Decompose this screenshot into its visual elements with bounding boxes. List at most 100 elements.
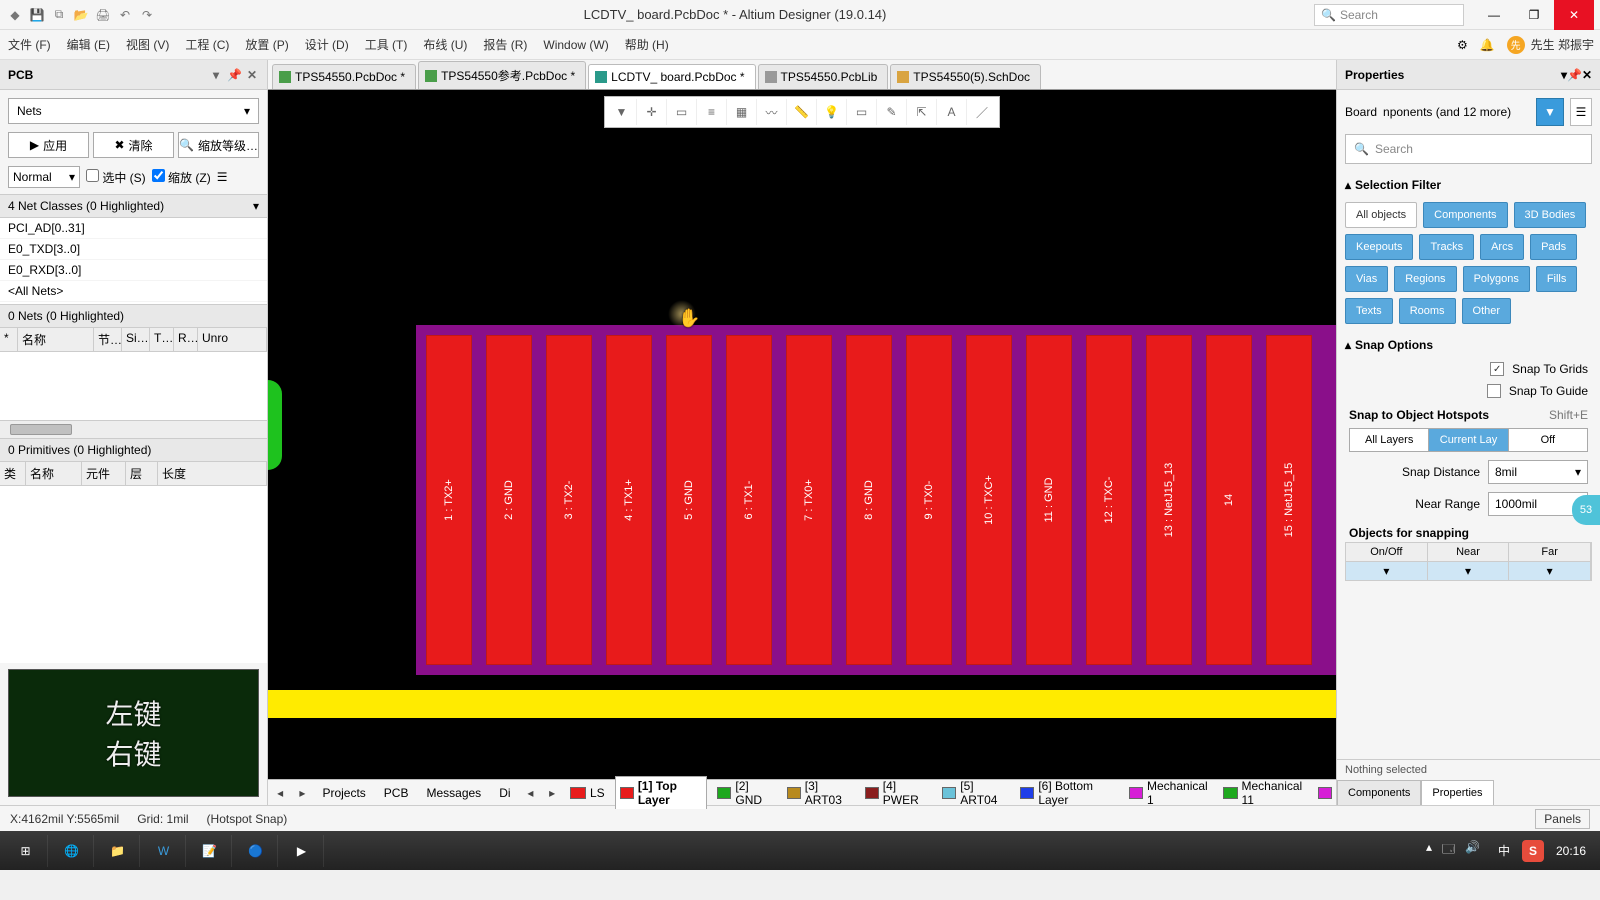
pad[interactable]: 9 : TX0- xyxy=(906,335,952,665)
zoom-checkbox[interactable]: 缩放 (Z) xyxy=(152,169,211,186)
menu-place[interactable]: 放置 (P) xyxy=(243,32,290,57)
close-button[interactable]: ✕ xyxy=(1554,0,1594,30)
panel-pin-icon[interactable]: 📌 xyxy=(227,68,241,82)
select-rect-icon[interactable]: ▭ xyxy=(667,99,697,125)
pad[interactable]: 13 : NetJ15_13 xyxy=(1146,335,1192,665)
panels-button[interactable]: Panels xyxy=(1535,809,1590,829)
doc-tab[interactable]: TPS54550.PcbDoc * xyxy=(272,64,416,89)
layer-tab[interactable]: Mechanical 1 xyxy=(1125,777,1214,809)
pad[interactable]: 7 : TX0+ xyxy=(786,335,832,665)
highlight-icon[interactable]: 💡 xyxy=(817,99,847,125)
pad[interactable]: 8 : GND xyxy=(846,335,892,665)
netclasses-header[interactable]: 4 Net Classes (0 Highlighted)▾ xyxy=(0,194,267,218)
apply-button[interactable]: ▶应用 xyxy=(8,132,89,158)
cell-checkbox[interactable]: ▾ xyxy=(1428,562,1510,580)
layer-tab[interactable]: [5] ART04 xyxy=(938,777,1010,809)
panel-pin-icon[interactable]: 📌 xyxy=(1567,68,1582,82)
open-icon[interactable]: 📂 xyxy=(72,6,90,24)
layer-next-icon[interactable]: ▸ xyxy=(544,786,560,800)
tab-components[interactable]: Components xyxy=(1337,780,1421,805)
menu-help[interactable]: 帮助 (H) xyxy=(623,32,671,57)
filter-chip[interactable]: Vias xyxy=(1345,266,1388,292)
layer-tab[interactable]: [4] PWER xyxy=(861,777,933,809)
redo-icon[interactable]: ↷ xyxy=(138,6,156,24)
menu-view[interactable]: 视图 (V) xyxy=(124,32,171,57)
tab-properties[interactable]: Properties xyxy=(1421,780,1493,805)
filter-chip[interactable]: Texts xyxy=(1345,298,1393,324)
pad[interactable]: 3 : TX2- xyxy=(546,335,592,665)
filter-chip[interactable]: Other xyxy=(1462,298,1512,324)
taskbar-explorer[interactable]: 📁 xyxy=(96,835,140,867)
filter-chip[interactable]: Rooms xyxy=(1399,298,1456,324)
list-icon[interactable]: ☰ xyxy=(1570,98,1592,126)
edit-icon[interactable]: ✎ xyxy=(877,99,907,125)
menu-report[interactable]: 报告 (R) xyxy=(481,32,529,57)
taskbar-wps[interactable]: W xyxy=(142,835,186,867)
zoom-level-button[interactable]: 🔍缩放等级… xyxy=(178,132,259,158)
layer-prev-icon[interactable]: ◂ xyxy=(523,786,539,800)
panel-dropdown-icon[interactable]: ▾ xyxy=(209,68,223,82)
mode-select[interactable]: Normal▾ xyxy=(8,166,80,188)
menu-route[interactable]: 布线 (U) xyxy=(421,32,469,57)
list-item[interactable]: PCI_AD[0..31] xyxy=(0,218,267,239)
doc-tab[interactable]: TPS54550(5).SchDoc xyxy=(890,64,1041,89)
minimize-button[interactable]: — xyxy=(1474,0,1514,30)
seg-all-layers[interactable]: All Layers xyxy=(1350,429,1429,451)
sogou-ime-icon[interactable]: S xyxy=(1522,840,1544,862)
pad[interactable]: 6 : TX1- xyxy=(726,335,772,665)
side-tab[interactable]: Projects xyxy=(316,784,371,802)
snap-distance-input[interactable]: 8mil▾ xyxy=(1488,460,1588,484)
snap-guide-checkbox[interactable] xyxy=(1487,384,1501,398)
menu-design[interactable]: 设计 (D) xyxy=(303,32,351,57)
filter-chip[interactable]: Regions xyxy=(1394,266,1456,292)
h-scrollbar[interactable] xyxy=(0,420,267,438)
side-tab[interactable]: Di xyxy=(493,784,516,802)
menu-tools[interactable]: 工具 (T) xyxy=(363,32,410,57)
taskbar-chrome[interactable]: 🌐 xyxy=(50,835,94,867)
layer-tab[interactable]: LS xyxy=(566,784,609,802)
side-tab[interactable]: Messages xyxy=(420,784,487,802)
filter-toggle[interactable]: ▼ xyxy=(1536,98,1564,126)
filter-chip[interactable]: 3D Bodies xyxy=(1514,202,1587,228)
filter-chip[interactable]: Polygons xyxy=(1463,266,1530,292)
layer-tab[interactable]: Mechanical 11 xyxy=(1219,777,1311,809)
start-button[interactable]: ⊞ xyxy=(4,835,48,867)
seg-off[interactable]: Off xyxy=(1509,429,1587,451)
pad[interactable]: 14 xyxy=(1206,335,1252,665)
list-item[interactable]: E0_RXD[3..0] xyxy=(0,260,267,281)
side-tab[interactable]: PCB xyxy=(378,784,415,802)
text-icon[interactable]: A xyxy=(937,99,967,125)
layer-tab[interactable]: [3] ART03 xyxy=(783,777,855,809)
restore-button[interactable]: ❐ xyxy=(1514,0,1554,30)
line-icon[interactable]: ／ xyxy=(967,99,997,125)
pad[interactable]: 12 : TXC- xyxy=(1086,335,1132,665)
nets-combo[interactable]: Nets ▾ xyxy=(8,98,259,124)
user-menu[interactable]: 先 先生 郑振宇 xyxy=(1507,36,1594,54)
more-icon[interactable]: ☰ xyxy=(217,170,228,184)
seg-current-layer[interactable]: Current Lay xyxy=(1429,429,1508,451)
cell-checkbox[interactable]: ▾ xyxy=(1346,562,1428,580)
taskbar-notepad[interactable]: 📝 xyxy=(188,835,232,867)
connector-footprint[interactable]: 1 : TX2+2 : GND3 : TX2-4 : TX1+5 : GND6 … xyxy=(416,325,1336,675)
properties-search[interactable]: 🔍 Search xyxy=(1345,134,1592,164)
pad[interactable]: 2 : GND xyxy=(486,335,532,665)
dimension-icon[interactable]: ⇱ xyxy=(907,99,937,125)
board-icon[interactable]: ▭ xyxy=(847,99,877,125)
menu-window[interactable]: Window (W) xyxy=(541,34,610,56)
layer-tab[interactable]: [1] Top Layer xyxy=(615,776,708,809)
filter-chip[interactable]: Keepouts xyxy=(1345,234,1413,260)
clear-button[interactable]: ✖清除 xyxy=(93,132,174,158)
board-thumbnail[interactable]: 左键 右键 xyxy=(8,669,259,797)
pad[interactable]: 11 : GND xyxy=(1026,335,1072,665)
snap-grids-checkbox[interactable]: ✓ xyxy=(1490,362,1504,376)
pad[interactable]: 10 : TXC+ xyxy=(966,335,1012,665)
ime-indicator[interactable]: 中 xyxy=(1498,842,1510,859)
clock[interactable]: 20:16 xyxy=(1556,844,1586,858)
notifications-icon[interactable]: 🔔 xyxy=(1480,38,1495,52)
save-all-icon[interactable]: ⧉ xyxy=(50,6,68,24)
floating-badge[interactable]: 53 xyxy=(1572,495,1600,525)
panel-close-icon[interactable]: ✕ xyxy=(1582,68,1592,82)
undo-icon[interactable]: ↶ xyxy=(116,6,134,24)
measure-icon[interactable]: 📏 xyxy=(787,99,817,125)
layer-tab[interactable]: [6] Bottom Layer xyxy=(1016,777,1118,809)
